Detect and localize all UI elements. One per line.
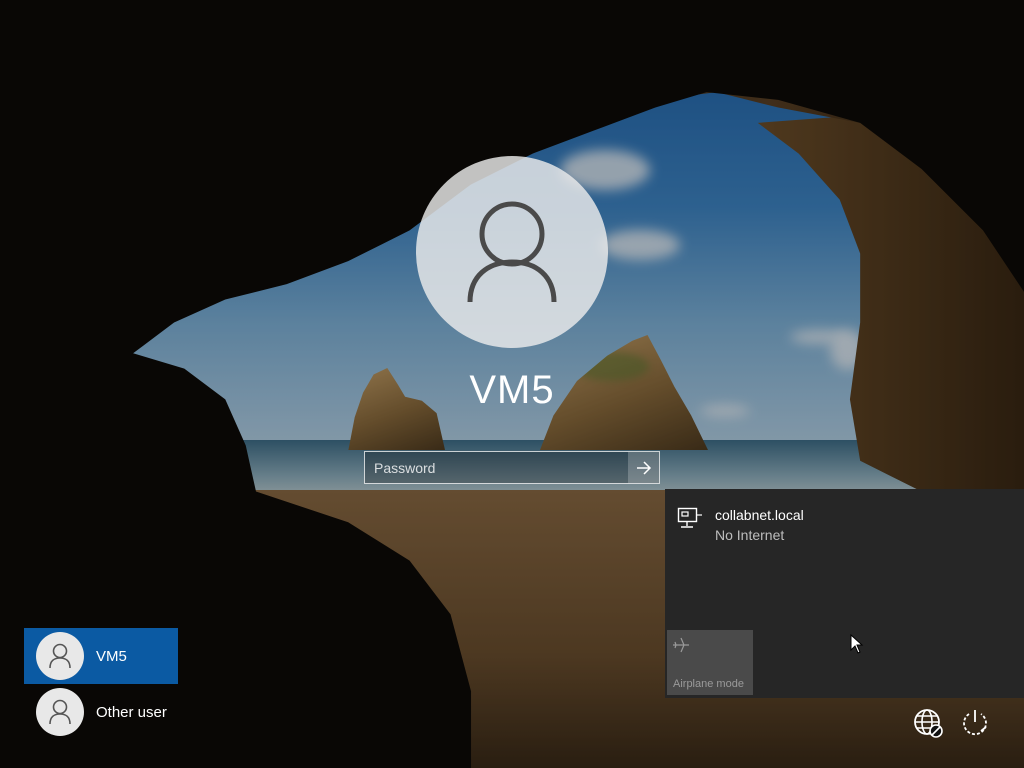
power-icon (963, 710, 987, 736)
user-name-title: VM5 (469, 368, 555, 412)
user-tile-label: VM5 (96, 647, 127, 665)
airplane-mode-label: Airplane mode (673, 678, 744, 690)
password-box (364, 451, 660, 484)
network-flyout: collabnet.local No Internet Airplane mod… (665, 489, 1024, 698)
airplane-icon (673, 637, 689, 653)
avatar (36, 688, 84, 736)
globe-no-connection-icon (914, 709, 943, 738)
network-status: No Internet (715, 527, 785, 543)
user-tile-other-user[interactable]: Other user (24, 684, 178, 740)
avatar (36, 632, 84, 680)
airplane-mode-toggle[interactable]: Airplane mode (667, 630, 753, 695)
network-name: collabnet.local (715, 507, 804, 523)
user-tile-vm5[interactable]: VM5 (24, 628, 178, 684)
user-avatar-large (416, 156, 608, 348)
password-input[interactable] (365, 452, 628, 483)
user-tile-label: Other user (96, 703, 167, 721)
network-button[interactable] (911, 706, 945, 740)
submit-button[interactable] (628, 452, 659, 483)
mouse-cursor-icon (850, 634, 864, 654)
power-button[interactable] (958, 706, 992, 740)
network-item[interactable]: collabnet.local No Internet (677, 507, 804, 543)
arrow-right-icon (636, 460, 651, 475)
user-silhouette-icon (467, 201, 557, 303)
user-silhouette-icon (49, 699, 71, 725)
ethernet-icon (677, 507, 702, 528)
user-silhouette-icon (49, 643, 71, 669)
